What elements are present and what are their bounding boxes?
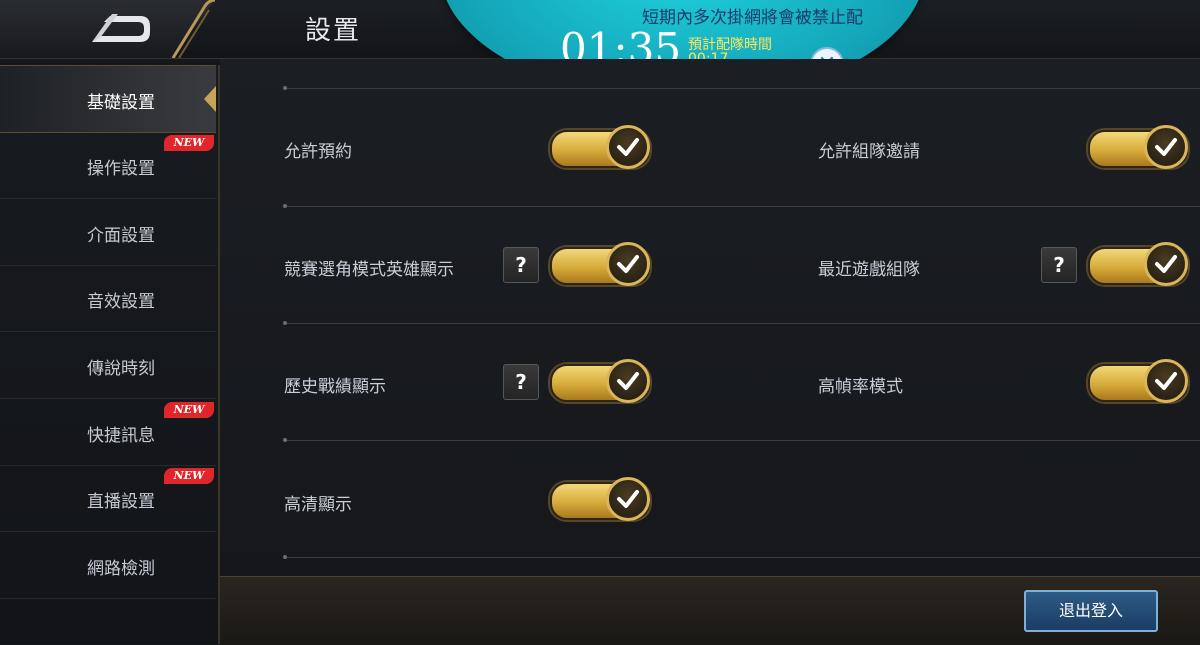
- new-badge: NEW: [164, 402, 214, 418]
- setting-label-high-frame-rate: 高幀率模式: [818, 377, 903, 397]
- toggle-knob: [606, 477, 650, 521]
- logout-button[interactable]: 退出登入: [1024, 590, 1158, 632]
- toggle-high-frame-rate[interactable]: [1088, 359, 1192, 403]
- sidebar-item-interface-settings[interactable]: 介面設置: [0, 199, 216, 266]
- sidebar-item-label: 直播設置: [87, 492, 155, 512]
- row-divider: [283, 438, 1200, 442]
- checkmark-icon: [617, 490, 639, 508]
- toggle-knob: [606, 242, 650, 286]
- sidebar-item-audio-settings[interactable]: 音效設置: [0, 265, 216, 332]
- header-gold-trim: [171, 0, 215, 58]
- toggle-knob: [606, 125, 650, 169]
- setting-label-hd-display: 高清顯示: [284, 495, 352, 515]
- row-divider: [283, 204, 1200, 208]
- settings-sidebar: 基礎設置 NEW 操作設置 介面設置 音效設置 傳說時刻 NEW 快捷訊息 NE…: [0, 65, 220, 644]
- sidebar-item-label: 傳說時刻: [87, 359, 155, 379]
- checkmark-icon: [1155, 138, 1177, 156]
- help-button[interactable]: ?: [503, 247, 539, 283]
- setting-label-allow-reservation: 允許預約: [284, 142, 352, 162]
- sidebar-item-label: 基礎設置: [87, 93, 155, 113]
- setting-label-recent-game-teams: 最近遊戲組隊: [818, 260, 920, 280]
- sidebar-item-label: 介面設置: [87, 226, 155, 246]
- sidebar-item-quick-messages[interactable]: NEW 快捷訊息: [0, 399, 216, 466]
- sidebar-item-label: 網路檢測: [87, 559, 155, 579]
- active-indicator-icon: [204, 86, 216, 112]
- help-button[interactable]: ?: [503, 364, 539, 400]
- sidebar-item-label: 操作設置: [87, 159, 155, 179]
- row-divider: [283, 321, 1200, 325]
- sidebar-item-label: 音效設置: [87, 292, 155, 312]
- help-button[interactable]: ?: [1041, 247, 1077, 283]
- new-badge: NEW: [164, 135, 214, 151]
- row-divider: [283, 86, 1200, 90]
- toggle-recent-game-teams[interactable]: [1088, 242, 1192, 286]
- new-badge: NEW: [164, 468, 214, 484]
- sidebar-item-label: 快捷訊息: [87, 426, 155, 446]
- toggle-hd-display[interactable]: [550, 477, 654, 521]
- sidebar-item-control-settings[interactable]: NEW 操作設置: [0, 132, 216, 199]
- checkmark-icon: [1155, 372, 1177, 390]
- sidebar-item-basic-settings[interactable]: 基礎設置: [0, 65, 216, 133]
- sidebar-item-stream-settings[interactable]: NEW 直播設置: [0, 465, 216, 532]
- toggle-knob: [1144, 242, 1188, 286]
- setting-label-match-history-display: 歷史戰績顯示: [284, 377, 386, 397]
- checkmark-icon: [617, 255, 639, 273]
- checkmark-icon: [1155, 255, 1177, 273]
- toggle-ranked-pick-hero-display[interactable]: [550, 242, 654, 286]
- checkmark-icon: [617, 138, 639, 156]
- setting-label-ranked-pick-hero-display: 競賽選角模式英雄顯示: [284, 260, 454, 280]
- settings-panel: [220, 59, 1200, 579]
- row-divider: [283, 555, 1200, 559]
- sidebar-item-network-check[interactable]: 網路檢測: [0, 532, 216, 599]
- setting-label-allow-team-invites: 允許組隊邀請: [818, 142, 920, 162]
- toggle-allow-team-invites[interactable]: [1088, 125, 1192, 169]
- page-title: 設置: [305, 16, 362, 46]
- toggle-knob: [1144, 125, 1188, 169]
- checkmark-icon: [617, 372, 639, 390]
- sidebar-item-legendary-moments[interactable]: 傳說時刻: [0, 332, 216, 399]
- toggle-match-history-display[interactable]: [550, 359, 654, 403]
- toggle-knob: [1144, 359, 1188, 403]
- toggle-allow-reservation[interactable]: [550, 125, 654, 169]
- toggle-knob: [606, 359, 650, 403]
